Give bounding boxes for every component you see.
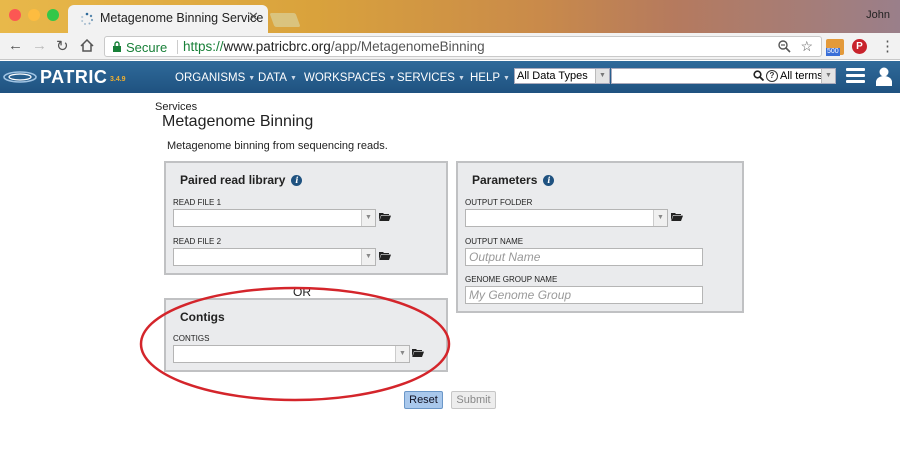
read-file-2-label: READ FILE 2 <box>173 237 222 246</box>
address-bar[interactable]: Secure https://www.patricbrc.org/app/Met… <box>104 36 822 57</box>
parameters-title: Parameters i <box>472 173 555 187</box>
folder-open-icon[interactable] <box>671 212 683 221</box>
secure-label: Secure <box>126 40 168 55</box>
zoom-icon[interactable] <box>778 40 791 53</box>
data-type-select[interactable]: All Data Types ▼ <box>514 68 610 84</box>
nav-item-help[interactable]: HELP ▼ <box>470 72 510 84</box>
nav-item-data[interactable]: DATA ▼ <box>258 72 297 84</box>
folder-open-icon[interactable] <box>379 212 391 221</box>
tab-title: Metagenome Binning Service <box>100 11 264 25</box>
parameters-panel: Parameters i OUTPUT FOLDER ▼ OUTPUT NAME … <box>456 161 744 313</box>
close-window-button[interactable] <box>9 9 21 21</box>
read-file-1-select[interactable]: ▼ <box>173 209 376 227</box>
patric-logo-text[interactable]: PATRIC <box>40 67 107 88</box>
genome-group-name-input[interactable]: My Genome Group <box>465 286 703 304</box>
nav-label: SERVICES <box>397 72 455 84</box>
url-text[interactable]: https://www.patricbrc.org/app/Metagenome… <box>183 39 485 54</box>
extension-rss-icon[interactable]: 500 <box>826 39 844 56</box>
user-icon[interactable] <box>875 66 893 86</box>
bookmark-star-icon[interactable]: ☆ <box>800 38 813 55</box>
minimize-window-button[interactable] <box>28 9 40 21</box>
patric-logo-icon[interactable] <box>2 69 38 85</box>
nav-item-organisms[interactable]: ORGANISMS ▼ <box>175 72 255 84</box>
global-search-input[interactable]: ? All terms ▼ <box>611 68 836 84</box>
chevron-down-icon[interactable]: ▼ <box>361 249 375 265</box>
url-path: /app/MetagenomeBinning <box>330 39 485 54</box>
breadcrumb[interactable]: Services <box>155 101 197 113</box>
address-divider <box>177 40 178 54</box>
browser-titlebar: Metagenome Binning Service ✕ John <box>0 0 900 33</box>
chevron-down-icon[interactable]: ▼ <box>653 210 667 226</box>
browser-toolbar: ← → ↻ Secure https://www.patricbrc.org/a… <box>0 33 900 60</box>
reset-button[interactable]: Reset <box>404 391 443 409</box>
highlight-circle-annotation <box>139 286 451 402</box>
search-icon[interactable] <box>753 70 764 81</box>
chevron-down-icon: ▼ <box>388 75 396 82</box>
lock-icon <box>113 41 121 52</box>
pinterest-icon[interactable]: P <box>852 39 867 54</box>
forward-arrow-icon[interactable]: → <box>32 37 47 54</box>
nav-label: HELP <box>470 72 501 84</box>
info-icon[interactable]: i <box>543 175 555 186</box>
tab-close-icon[interactable]: ✕ <box>248 9 259 25</box>
nav-item-workspaces[interactable]: WORKSPACES ▼ <box>304 72 396 84</box>
chevron-down-icon: ▼ <box>503 75 510 82</box>
extension-badge: 500 <box>826 48 840 56</box>
chevron-down-icon: ▼ <box>248 75 256 82</box>
submit-button[interactable]: Submit <box>451 391 496 409</box>
chevron-down-icon: ▼ <box>457 75 465 82</box>
screenshot-root: Metagenome Binning Service ✕ John ← → ↻ … <box>0 0 900 474</box>
paired-read-library-panel: Paired read library i READ FILE 1 ▼ READ … <box>164 161 448 275</box>
new-tab-button[interactable] <box>269 13 301 27</box>
search-scope-label[interactable]: All terms <box>780 70 823 82</box>
reload-icon[interactable]: ↻ <box>56 37 69 55</box>
loading-favicon-icon <box>81 12 94 25</box>
home-icon[interactable] <box>80 39 94 52</box>
back-arrow-icon[interactable]: ← <box>8 37 23 54</box>
output-folder-select[interactable]: ▼ <box>465 209 668 227</box>
nav-item-services[interactable]: SERVICES ▼ <box>397 72 465 84</box>
hamburger-menu-icon[interactable] <box>846 68 865 84</box>
output-folder-label: OUTPUT FOLDER <box>465 198 533 207</box>
maximize-window-button[interactable] <box>47 9 59 21</box>
panel-title-text: Parameters <box>472 173 538 187</box>
chevron-down-icon[interactable]: ▼ <box>361 210 375 226</box>
help-circle-icon[interactable]: ? <box>766 70 778 82</box>
page-title: Metagenome Binning <box>162 113 314 130</box>
profile-name[interactable]: John <box>866 9 890 21</box>
paired-read-library-title: Paired read library i <box>180 173 303 187</box>
data-type-value: All Data Types <box>517 70 588 82</box>
chevron-down-icon[interactable]: ▼ <box>595 69 609 83</box>
info-icon[interactable]: i <box>291 175 303 186</box>
url-scheme: https:// <box>183 39 224 54</box>
browser-menu-icon[interactable]: ⋮ <box>880 37 895 55</box>
nav-label: DATA <box>258 72 287 84</box>
page-description: Metagenome binning from sequencing reads… <box>167 140 388 152</box>
genome-group-name-label: GENOME GROUP NAME <box>465 275 558 284</box>
nav-label: WORKSPACES <box>304 72 386 84</box>
output-name-input[interactable]: Output Name <box>465 248 703 266</box>
chevron-down-icon: ▼ <box>289 75 297 82</box>
read-file-2-select[interactable]: ▼ <box>173 248 376 266</box>
url-host: www.patricbrc.org <box>223 39 331 54</box>
output-name-label: OUTPUT NAME <box>465 237 524 246</box>
read-file-1-label: READ FILE 1 <box>173 198 222 207</box>
panel-title-text: Paired read library <box>180 173 286 187</box>
patric-version: 3.4.9 <box>110 76 126 83</box>
folder-open-icon[interactable] <box>379 251 391 260</box>
nav-label: ORGANISMS <box>175 72 246 84</box>
chevron-down-icon[interactable]: ▼ <box>821 69 835 83</box>
browser-tab-active[interactable]: Metagenome Binning Service ✕ <box>68 5 268 33</box>
